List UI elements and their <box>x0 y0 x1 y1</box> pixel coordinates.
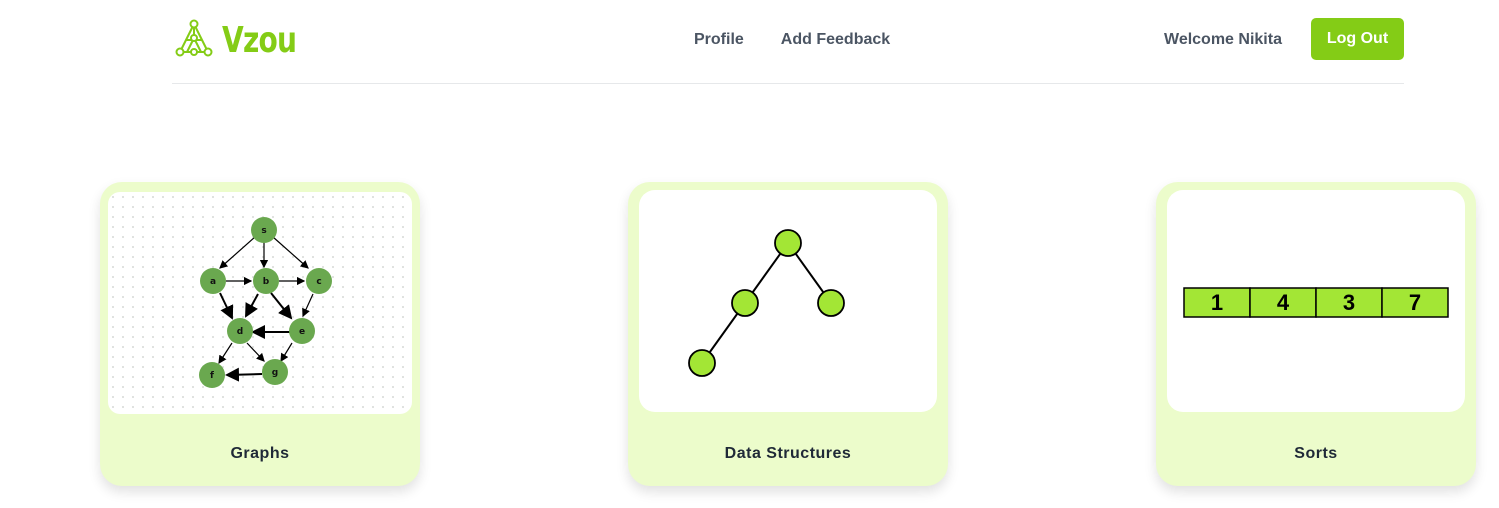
graphs-preview-image: s a b c d e f g <box>108 192 412 414</box>
card-graphs[interactable]: s a b c d e f g Graphs <box>100 182 420 486</box>
header: Vzou Profile Add Feedback Welcome Nikita… <box>172 0 1404 84</box>
brand-logo[interactable]: Vzou <box>172 18 317 63</box>
svg-text:d: d <box>237 327 243 337</box>
graph-triangle-logo-icon <box>172 18 216 63</box>
svg-text:s: s <box>261 226 266 236</box>
data-structures-preview-image <box>639 190 937 412</box>
array-cell-value: 1 <box>1211 290 1223 315</box>
page: Vzou Profile Add Feedback Welcome Nikita… <box>0 0 1499 508</box>
card-sorts-label: Sorts <box>1294 445 1338 462</box>
directed-graph-diagram: s a b c d e f g <box>199 217 332 388</box>
svg-text:b: b <box>263 277 270 287</box>
nav-profile-link[interactable]: Profile <box>694 30 744 50</box>
sorts-preview-image: 1 4 3 7 <box>1167 190 1465 412</box>
card-sorts[interactable]: 1 4 3 7 Sorts <box>1156 182 1476 486</box>
nav-add-feedback-link[interactable]: Add Feedback <box>781 30 890 50</box>
welcome-text: Welcome Nikita <box>1164 31 1282 48</box>
svg-text:g: g <box>272 368 278 378</box>
binary-tree-diagram <box>688 229 845 377</box>
array-diagram: 1 4 3 7 <box>1183 287 1449 318</box>
svg-text:c: c <box>316 277 321 287</box>
array-cell-value: 4 <box>1277 290 1290 315</box>
array-cell-value: 7 <box>1409 290 1421 315</box>
brand-name: Vzou <box>222 19 297 61</box>
array-cell-value: 3 <box>1343 290 1355 315</box>
main-nav: Profile Add Feedback <box>694 30 890 50</box>
svg-text:a: a <box>210 277 216 287</box>
svg-text:f: f <box>210 371 214 381</box>
card-graphs-label: Graphs <box>230 445 290 462</box>
card-data-structures[interactable]: Data Structures <box>628 182 948 486</box>
svg-text:e: e <box>299 327 305 337</box>
logout-button[interactable]: Log Out <box>1311 18 1404 60</box>
card-data-structures-label: Data Structures <box>724 445 852 462</box>
